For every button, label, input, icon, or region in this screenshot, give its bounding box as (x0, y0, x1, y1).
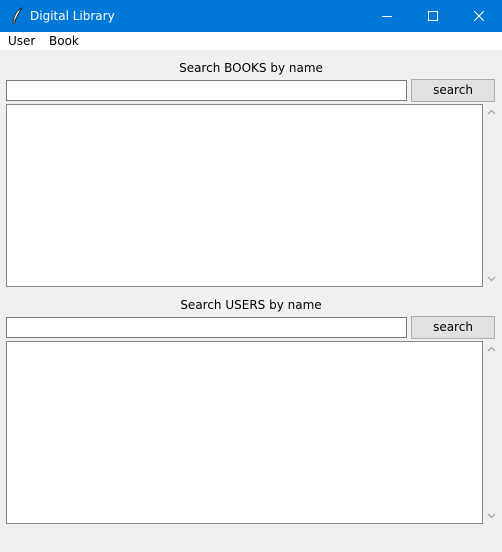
users-search-button[interactable]: search (411, 316, 495, 339)
scroll-up-icon[interactable] (487, 346, 496, 352)
menu-user[interactable]: User (8, 33, 35, 49)
maximize-button[interactable] (410, 0, 456, 32)
title-bar[interactable]: Digital Library (0, 0, 502, 32)
feather-icon (12, 7, 24, 24)
books-search-button[interactable]: search (411, 79, 495, 102)
window-title: Digital Library (30, 9, 115, 23)
close-icon (474, 11, 484, 21)
users-search-label: Search USERS by name (180, 298, 322, 312)
users-search-input[interactable] (6, 317, 407, 338)
books-search-label: Search BOOKS by name (179, 61, 323, 75)
books-results-scrollbar[interactable] (483, 104, 500, 287)
books-results-list[interactable] (6, 104, 483, 287)
scroll-up-icon[interactable] (487, 109, 496, 115)
minimize-icon (382, 16, 392, 17)
menu-book[interactable]: Book (49, 33, 79, 49)
minimize-button[interactable] (364, 0, 410, 32)
users-results-list[interactable] (6, 341, 483, 524)
users-results-scrollbar[interactable] (483, 341, 500, 524)
maximize-icon (428, 11, 438, 21)
close-button[interactable] (456, 0, 502, 32)
books-search-input[interactable] (6, 80, 407, 101)
scroll-down-icon[interactable] (487, 513, 496, 519)
scroll-down-icon[interactable] (487, 276, 496, 282)
menu-bar: User Book (0, 32, 502, 50)
